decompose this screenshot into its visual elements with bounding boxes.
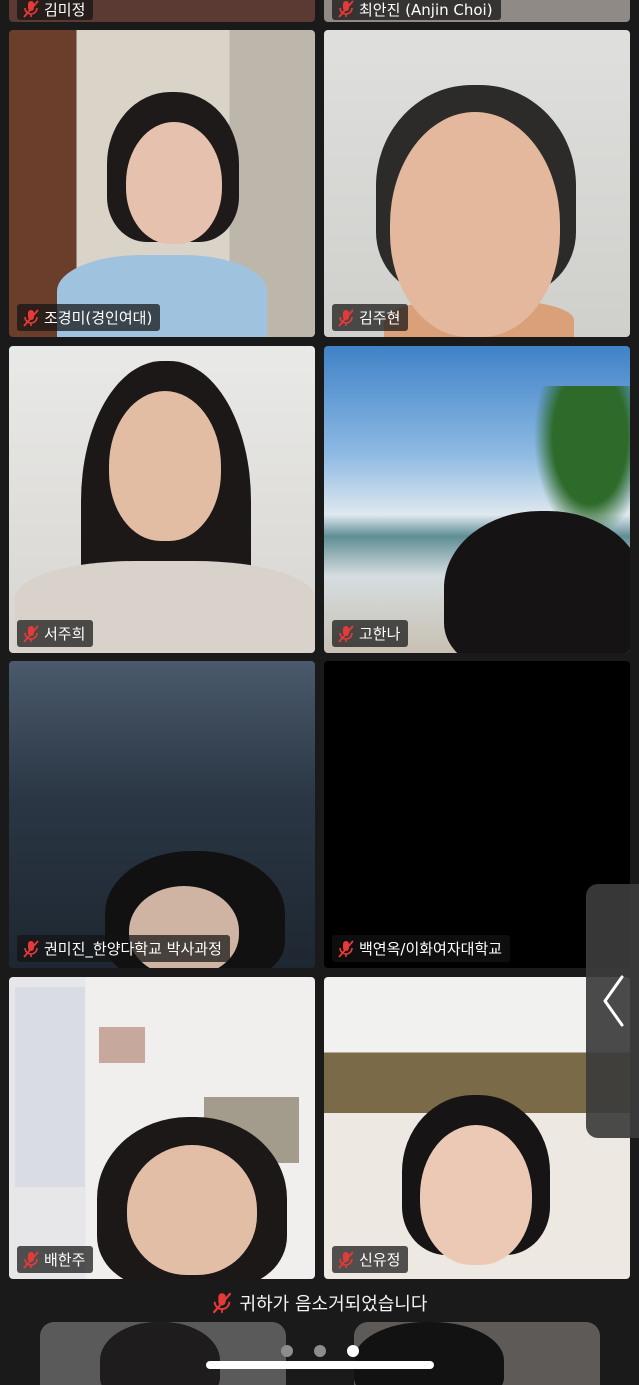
participant-name: 조경미(경인여대) — [44, 309, 153, 327]
participant-name: 김미정 — [44, 0, 86, 19]
participant-name-pill: 김미정 — [17, 0, 94, 20]
video-tile-7[interactable]: 배한주 — [9, 977, 315, 1279]
video-tile-8[interactable]: 신유정 — [324, 977, 630, 1279]
participant-name-pill: 신유정 — [332, 1246, 409, 1273]
participant-name-pill: 서주희 — [17, 620, 94, 647]
mic-muted-icon — [338, 1250, 354, 1269]
page-indicator[interactable] — [0, 1345, 639, 1357]
mute-notification: 귀하가 음소거되었습니다 — [0, 1281, 639, 1325]
video-tile-4[interactable]: 고한나 — [324, 346, 630, 653]
video-off — [324, 661, 630, 968]
participant-name-pill: 최안진 (Anjin Choi) — [332, 0, 501, 20]
side-panel-handle[interactable] — [586, 884, 639, 1138]
participant-name-pill: 김주현 — [332, 304, 409, 331]
participant-name-pill: 백연옥/이화여자대학교 — [332, 935, 511, 962]
mic-muted-icon — [338, 0, 354, 18]
page-dot[interactable] — [313, 1345, 326, 1357]
participant-name: 서주희 — [44, 625, 86, 643]
video-tile-6[interactable]: 백연옥/이화여자대학교 — [324, 661, 630, 968]
participant-name: 고한나 — [359, 625, 401, 643]
video-tile-2[interactable]: 김주현 — [324, 30, 630, 337]
participant-name: 신유정 — [359, 1251, 401, 1269]
page-dot[interactable] — [280, 1345, 293, 1357]
home-indicator[interactable] — [206, 1361, 434, 1369]
video-tile-top-right[interactable]: 최안진 (Anjin Choi) — [324, 0, 630, 22]
video-tile-top-left[interactable]: 김미정 — [9, 0, 315, 22]
participant-name: 최안진 (Anjin Choi) — [359, 0, 493, 19]
participant-name-pill: 고한나 — [332, 620, 409, 647]
mic-muted-icon — [23, 939, 39, 958]
participant-name-pill: 배한주 — [17, 1246, 94, 1273]
participant-name: 백연옥/이화여자대학교 — [359, 940, 503, 958]
participant-name-pill: 권미진_한양다학교 박사과정 — [17, 935, 230, 962]
video-tile-5[interactable]: 권미진_한양다학교 박사과정 — [9, 661, 315, 968]
mic-muted-icon — [23, 624, 39, 643]
mic-muted-icon — [338, 624, 354, 643]
mic-muted-icon — [23, 1250, 39, 1269]
chevron-left-icon — [603, 975, 623, 1027]
page-dot-active[interactable] — [346, 1345, 359, 1357]
participant-name: 권미진_한양다학교 박사과정 — [44, 940, 222, 958]
mic-muted-icon — [212, 1292, 231, 1314]
mic-muted-icon — [338, 308, 354, 327]
video-tile-3[interactable]: 서주희 — [9, 346, 315, 653]
video-tile-1[interactable]: 조경미(경인여대) — [9, 30, 315, 337]
mic-muted-icon — [23, 0, 39, 18]
mic-muted-icon — [338, 939, 354, 958]
mute-notification-text: 귀하가 음소거되었습니다 — [239, 1294, 428, 1315]
participant-name: 김주현 — [359, 309, 401, 327]
participant-name: 배한주 — [44, 1251, 86, 1269]
mic-muted-icon — [23, 308, 39, 327]
participant-name-pill: 조경미(경인여대) — [17, 304, 161, 331]
